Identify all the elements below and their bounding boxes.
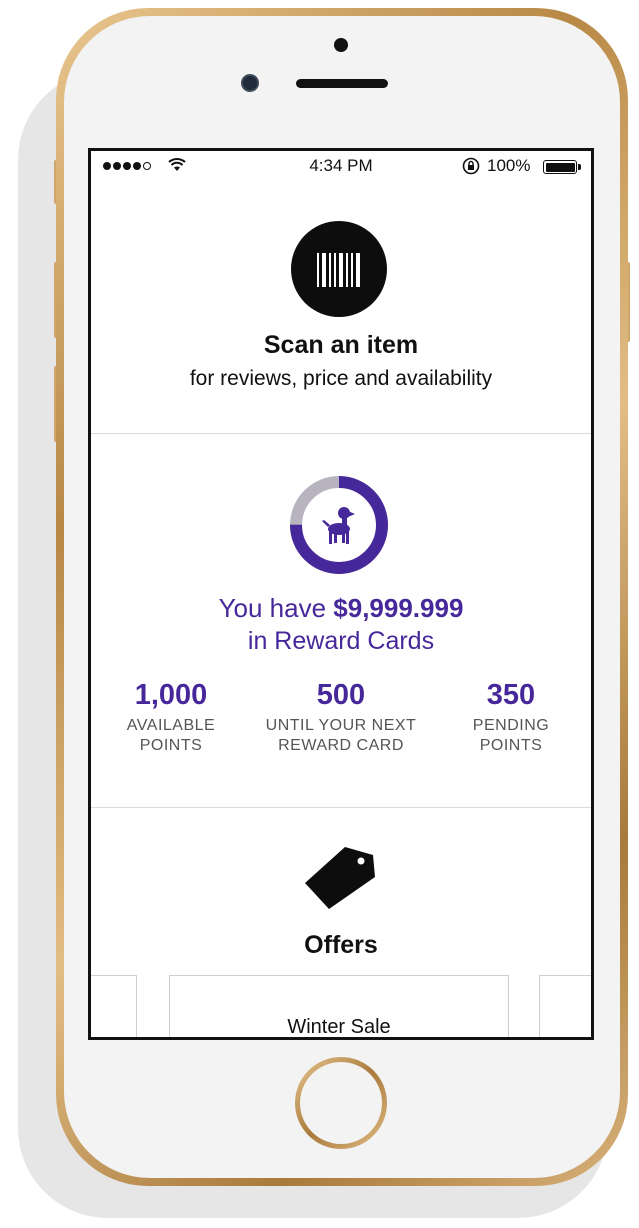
dog-icon xyxy=(322,507,355,544)
offers-title: Offers xyxy=(304,931,378,959)
battery-percent: 100% xyxy=(487,156,531,175)
reward-balance-prefix: You have xyxy=(218,593,334,623)
stat-label-line1: AVAILABLE xyxy=(126,717,216,734)
proximity-sensor xyxy=(334,38,348,52)
stat-available-points: 1,000 AVAILABLE POINTS xyxy=(111,679,231,756)
stat-value: 500 xyxy=(316,679,366,711)
offer-card-next[interactable] xyxy=(539,975,591,1037)
stat-until-next-reward: 500 UNTIL YOUR NEXT REWARD CARD xyxy=(251,679,431,756)
stat-value: 350 xyxy=(486,679,536,711)
reward-progress-ring xyxy=(290,476,388,574)
price-tag-icon xyxy=(305,847,375,909)
offer-card-label: Winter Sale xyxy=(287,1016,391,1037)
stat-pending-points: 350 PENDING POINTS xyxy=(451,679,571,756)
offers-section[interactable]: Offers Winter Sale xyxy=(91,807,591,1037)
earpiece-speaker xyxy=(296,79,388,88)
scan-subtitle: for reviews, price and availability xyxy=(189,367,493,390)
reward-balance-caption: in Reward Cards xyxy=(247,627,435,655)
screen: 4:34 PM 100% Scan an item for reviews, p… xyxy=(88,148,594,1040)
rewards-section[interactable]: You have $9,999.999 in Reward Cards 1,00… xyxy=(91,433,591,807)
reward-amount: $9,999.999 xyxy=(333,593,464,623)
app-display: 4:34 PM 100% Scan an item for reviews, p… xyxy=(91,151,591,1037)
reward-balance: You have $9,999.999 xyxy=(91,593,591,624)
scan-title: Scan an item xyxy=(263,331,419,359)
home-button[interactable] xyxy=(295,1057,387,1149)
stat-label-line2: REWARD CARD xyxy=(278,737,404,754)
rotation-lock-icon xyxy=(462,157,480,175)
front-camera xyxy=(241,74,259,92)
scan-item-section[interactable]: Scan an item for reviews, price and avai… xyxy=(91,181,591,433)
stat-label-line1: PENDING xyxy=(472,717,550,734)
stat-label-line2: POINTS xyxy=(479,737,543,754)
status-bar: 4:34 PM 100% xyxy=(91,151,591,181)
offer-card-prev[interactable] xyxy=(91,975,137,1037)
stat-label-line2: POINTS xyxy=(139,737,203,754)
stat-value: 1,000 xyxy=(134,679,208,711)
stat-label-line1: UNTIL YOUR NEXT xyxy=(265,717,417,734)
barcode-icon[interactable] xyxy=(291,221,387,317)
offer-card-winter-sale[interactable]: Winter Sale xyxy=(169,975,509,1037)
battery-icon xyxy=(543,160,581,174)
